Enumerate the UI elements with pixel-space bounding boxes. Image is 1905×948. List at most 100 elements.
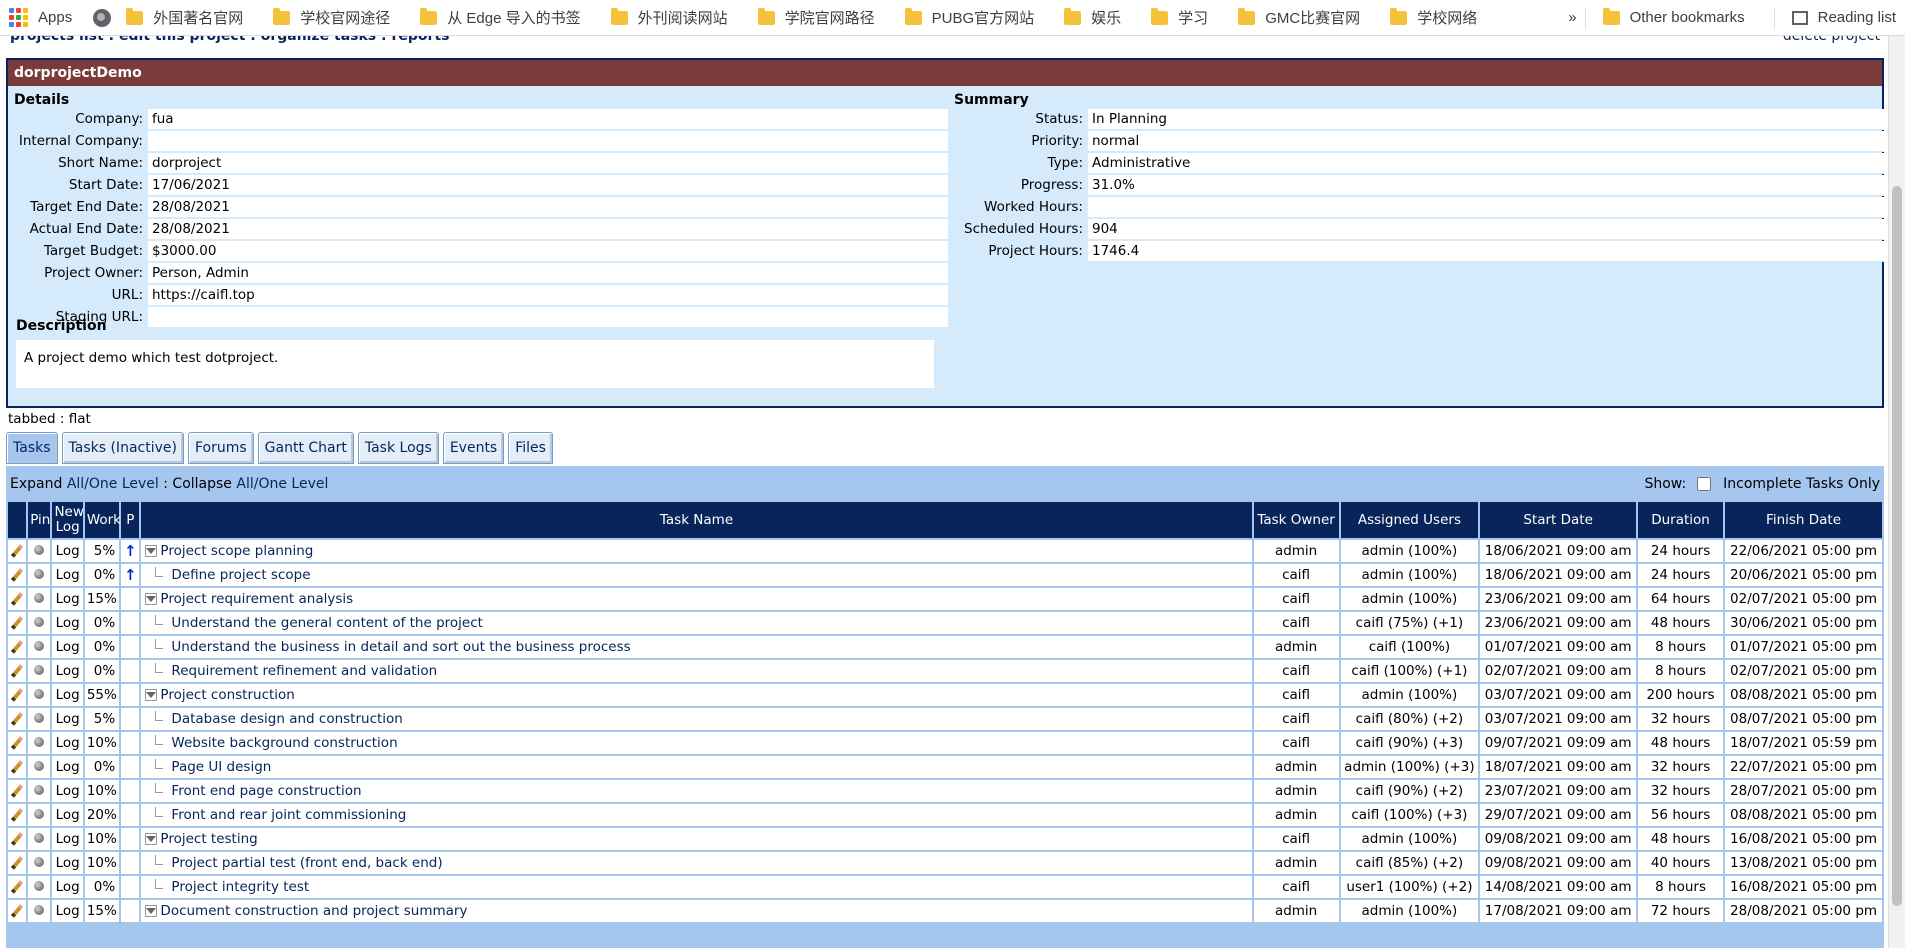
- pin-cell[interactable]: [28, 660, 51, 682]
- pin-cell[interactable]: [28, 636, 51, 658]
- edit-cell[interactable]: [8, 684, 27, 706]
- reading-list[interactable]: Reading list: [1783, 3, 1905, 33]
- tab-tasks[interactable]: Tasks: [6, 432, 58, 464]
- scrollbar[interactable]: [1888, 36, 1905, 948]
- incomplete-checkbox[interactable]: [1696, 477, 1711, 491]
- pencil-icon[interactable]: [11, 688, 24, 702]
- collapse-icon[interactable]: [145, 545, 158, 557]
- pin-cell[interactable]: [28, 732, 51, 754]
- pin-icon[interactable]: [34, 641, 45, 651]
- task-name-cell[interactable]: Front end page construction: [141, 780, 1252, 802]
- pin-cell[interactable]: [28, 828, 51, 850]
- task-name[interactable]: Document construction and project summar…: [160, 903, 467, 919]
- new-log-link[interactable]: Log: [52, 852, 83, 874]
- other-bookmarks[interactable]: Other bookmarks: [1594, 3, 1754, 33]
- new-log-link[interactable]: Log: [52, 660, 83, 682]
- bookmark-folder[interactable]: 学校官网途径: [264, 3, 399, 33]
- task-name[interactable]: Define project scope: [171, 567, 310, 583]
- task-name-cell[interactable]: Project integrity test: [141, 876, 1252, 898]
- pin-cell[interactable]: [28, 708, 51, 730]
- pin-icon[interactable]: [34, 569, 45, 579]
- task-name[interactable]: Project scope planning: [160, 543, 313, 559]
- pencil-icon[interactable]: [11, 904, 24, 918]
- edit-cell[interactable]: [8, 660, 27, 682]
- collapse-links[interactable]: All/One Level: [236, 476, 328, 492]
- task-name-cell[interactable]: Project testing: [141, 828, 1252, 850]
- tab-gantt-chart[interactable]: Gantt Chart: [257, 432, 354, 464]
- pencil-icon[interactable]: [11, 664, 24, 678]
- bookmark-folder[interactable]: 学院官网路径: [749, 3, 884, 33]
- pin-icon[interactable]: [34, 785, 45, 795]
- task-name[interactable]: Database design and construction: [171, 711, 402, 727]
- task-name[interactable]: Website background construction: [171, 735, 397, 751]
- edit-cell[interactable]: [8, 612, 27, 634]
- task-name[interactable]: Understand the general content of the pr…: [171, 615, 483, 631]
- new-log-link[interactable]: Log: [52, 876, 83, 898]
- task-name-cell[interactable]: Project scope planning: [141, 540, 1252, 562]
- bookmark-folder[interactable]: PUBG官方网站: [896, 3, 1044, 33]
- globe-icon[interactable]: [93, 8, 112, 27]
- pin-cell[interactable]: [28, 756, 51, 778]
- bookmark-folder[interactable]: 从 Edge 导入的书签: [411, 3, 589, 33]
- delete-project-link[interactable]: delete project: [1783, 36, 1880, 44]
- pin-cell[interactable]: [28, 876, 51, 898]
- pin-icon[interactable]: [34, 881, 45, 891]
- pin-icon[interactable]: [34, 761, 45, 771]
- pin-icon[interactable]: [34, 833, 45, 843]
- pencil-icon[interactable]: [11, 880, 24, 894]
- task-name[interactable]: Project construction: [160, 687, 294, 703]
- new-log-link[interactable]: Log: [52, 684, 83, 706]
- apps-shortcut[interactable]: Apps: [0, 3, 81, 33]
- new-log-link[interactable]: Log: [52, 708, 83, 730]
- edit-cell[interactable]: [8, 852, 27, 874]
- bookmark-folder[interactable]: 娱乐: [1055, 3, 1130, 33]
- task-name[interactable]: Project testing: [160, 831, 257, 847]
- pencil-icon[interactable]: [11, 832, 24, 846]
- new-log-link[interactable]: Log: [52, 804, 83, 826]
- new-log-link[interactable]: Log: [52, 828, 83, 850]
- bookmark-folder[interactable]: 学校网络: [1381, 3, 1486, 33]
- expand-links[interactable]: All/One Level: [67, 476, 159, 492]
- pin-icon[interactable]: [34, 593, 45, 603]
- more-bookmarks-icon[interactable]: »: [1568, 9, 1576, 26]
- task-name-cell[interactable]: Understand the general content of the pr…: [141, 612, 1252, 634]
- pin-cell[interactable]: [28, 684, 51, 706]
- new-log-link[interactable]: Log: [52, 612, 83, 634]
- pin-icon[interactable]: [34, 905, 45, 915]
- new-log-link[interactable]: Log: [52, 900, 83, 922]
- pin-cell[interactable]: [28, 900, 51, 922]
- pin-icon[interactable]: [34, 713, 45, 723]
- new-log-link[interactable]: Log: [52, 540, 83, 562]
- edit-cell[interactable]: [8, 780, 27, 802]
- pencil-icon[interactable]: [11, 568, 24, 582]
- task-name-cell[interactable]: Requirement refinement and validation: [141, 660, 1252, 682]
- pin-icon[interactable]: [34, 665, 45, 675]
- new-log-link[interactable]: Log: [52, 564, 83, 586]
- edit-cell[interactable]: [8, 900, 27, 922]
- task-name[interactable]: Project integrity test: [171, 879, 309, 895]
- edit-cell[interactable]: [8, 708, 27, 730]
- pin-icon[interactable]: [34, 617, 45, 627]
- task-name-cell[interactable]: Project construction: [141, 684, 1252, 706]
- task-name[interactable]: Requirement refinement and validation: [171, 663, 437, 679]
- edit-cell[interactable]: [8, 540, 27, 562]
- tab-events[interactable]: Events: [442, 432, 505, 464]
- pencil-icon[interactable]: [11, 592, 24, 606]
- task-name-cell[interactable]: Website background construction: [141, 732, 1252, 754]
- edit-cell[interactable]: [8, 636, 27, 658]
- edit-cell[interactable]: [8, 564, 27, 586]
- task-name-cell[interactable]: Database design and construction: [141, 708, 1252, 730]
- pencil-icon[interactable]: [11, 712, 24, 726]
- pin-cell[interactable]: [28, 588, 51, 610]
- collapse-icon[interactable]: [145, 905, 158, 917]
- scrollbar-thumb[interactable]: [1892, 186, 1902, 906]
- task-name-cell[interactable]: Page UI design: [141, 756, 1252, 778]
- bookmark-folder[interactable]: GMC比赛官网: [1229, 3, 1369, 33]
- pin-icon[interactable]: [34, 857, 45, 867]
- pencil-icon[interactable]: [11, 736, 24, 750]
- edit-cell[interactable]: [8, 756, 27, 778]
- pin-icon[interactable]: [34, 689, 45, 699]
- task-name-cell[interactable]: Understand the business in detail and so…: [141, 636, 1252, 658]
- pencil-icon[interactable]: [11, 616, 24, 630]
- task-name[interactable]: Understand the business in detail and so…: [171, 639, 630, 655]
